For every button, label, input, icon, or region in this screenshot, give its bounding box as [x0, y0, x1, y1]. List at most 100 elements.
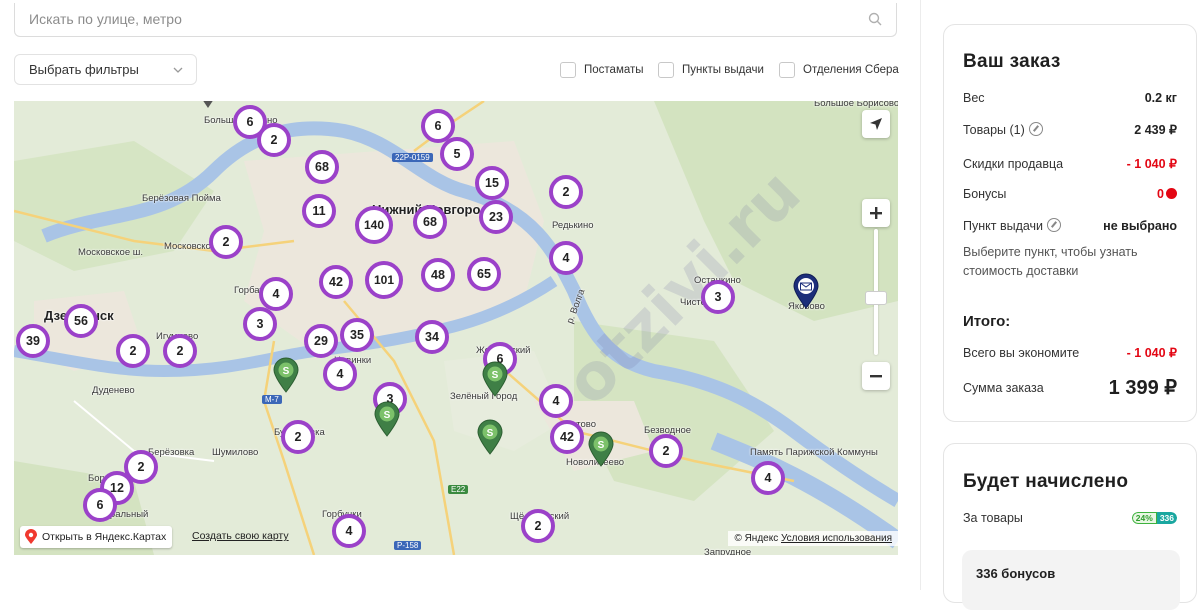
zoom-in-button[interactable]: [862, 199, 890, 227]
map-cluster[interactable]: 2: [549, 175, 583, 209]
map-cluster[interactable]: 2: [521, 509, 555, 543]
map-cluster[interactable]: 42: [550, 420, 584, 454]
checkbox-sber-offices[interactable]: Отделения Сбера: [779, 61, 899, 79]
svg-text:S: S: [384, 410, 391, 421]
weight-value: 0.2 кг: [1144, 91, 1177, 105]
checkbox-box[interactable]: [779, 62, 795, 78]
map-label: Редькино: [552, 220, 594, 231]
map-cluster[interactable]: 29: [304, 324, 338, 358]
map-label: Дуденево: [92, 385, 135, 396]
map-cluster[interactable]: 68: [413, 205, 447, 239]
map-cluster[interactable]: 2: [209, 225, 243, 259]
sum-label: Сумма заказа: [963, 380, 1044, 395]
seller-discount-row: Скидки продавца - 1 040 ₽: [963, 156, 1177, 172]
bonuses-row: Бонусы 0: [963, 187, 1177, 201]
map-cluster[interactable]: 4: [323, 357, 357, 391]
svg-text:S: S: [492, 370, 499, 381]
sber-pin-icon[interactable]: S: [374, 401, 400, 437]
chevron-down-icon: [173, 67, 183, 73]
bonus-pill: 24% 336: [1131, 512, 1177, 524]
bonuses-label: Бонусы: [963, 187, 1007, 201]
sber-pin-icon[interactable]: S: [477, 419, 503, 455]
map-cluster[interactable]: 56: [64, 304, 98, 338]
open-yandex-maps-button[interactable]: Открыть в Яндекс.Картах: [20, 526, 173, 548]
map-cluster[interactable]: 3: [243, 307, 277, 341]
map-cluster[interactable]: 2: [649, 434, 683, 468]
map-cluster[interactable]: 4: [259, 277, 293, 311]
attribution-text: © Яндекс: [734, 533, 779, 544]
bonus-total-box: 336 бонусов: [962, 550, 1180, 610]
map-cluster[interactable]: 34: [415, 320, 449, 354]
map-cluster[interactable]: 15: [475, 166, 509, 200]
goods-label: Товары (1): [963, 123, 1025, 137]
road-shield: E22: [448, 485, 469, 494]
map-cluster[interactable]: 6: [83, 488, 117, 522]
filter-select[interactable]: Выбрать фильтры: [14, 54, 197, 85]
map-marker-icon[interactable]: [202, 101, 214, 109]
create-map-link[interactable]: Создать свою карту: [192, 530, 289, 542]
sber-pin-icon[interactable]: S: [482, 361, 508, 397]
search-input[interactable]: [15, 3, 855, 35]
sum-row: Сумма заказа 1 399 ₽: [963, 375, 1177, 400]
map-cluster[interactable]: 5: [440, 137, 474, 171]
pickup-value: не выбрано: [1103, 218, 1177, 233]
svg-text:S: S: [598, 440, 605, 451]
info-icon[interactable]: [1047, 218, 1062, 232]
map-cluster[interactable]: 42: [319, 265, 353, 299]
map[interactable]: otzivi.ru Большое Козино Берёзовая Пойма…: [14, 101, 898, 555]
bonus-card: Будет начислено За товары 24% 336 336 бо…: [943, 443, 1197, 610]
goods-value: 2 439 ₽: [1134, 123, 1177, 137]
road-shield: P-158: [394, 541, 422, 550]
search-bar: [14, 3, 897, 37]
map-label: Память Парижской Коммуны: [750, 447, 878, 458]
terms-link[interactable]: Условия использования: [781, 533, 892, 544]
map-cluster[interactable]: 23: [479, 200, 513, 234]
map-cluster[interactable]: 3: [701, 280, 735, 314]
checkbox-box[interactable]: [658, 62, 674, 78]
bonus-for-goods-label: За товары: [963, 511, 1023, 525]
map-cluster[interactable]: 48: [421, 258, 455, 292]
saved-value: - 1 040 ₽: [1126, 346, 1177, 360]
sber-pin-icon[interactable]: S: [588, 431, 614, 467]
geolocation-button[interactable]: [862, 110, 890, 138]
bonus-percent: 24%: [1131, 512, 1157, 524]
map-cluster[interactable]: 39: [16, 324, 50, 358]
zoom-slider-handle[interactable]: [865, 291, 887, 305]
map-cluster[interactable]: 4: [332, 514, 366, 548]
map-cluster[interactable]: 68: [305, 150, 339, 184]
map-cluster[interactable]: 11: [302, 194, 336, 228]
checkbox-label: Постаматы: [584, 64, 644, 76]
map-cluster[interactable]: 4: [751, 461, 785, 495]
map-cluster[interactable]: 2: [281, 420, 315, 454]
seller-discount-label: Скидки продавца: [963, 156, 1064, 171]
bonuses-value: 0: [1157, 187, 1164, 201]
checkbox-box[interactable]: [560, 62, 576, 78]
map-label: Запрудное: [704, 547, 752, 555]
map-cluster[interactable]: 2: [163, 334, 197, 368]
checkbox-label: Пункты выдачи: [682, 64, 764, 76]
order-title: Ваш заказ: [963, 51, 1061, 72]
search-icon[interactable]: [868, 12, 882, 26]
map-cluster[interactable]: 4: [539, 384, 573, 418]
map-cluster[interactable]: 140: [355, 206, 393, 244]
info-icon[interactable]: [1028, 122, 1043, 136]
checkbox-postamats[interactable]: Постаматы: [560, 61, 644, 79]
goods-row: Товары (1) 2 439 ₽: [963, 122, 1177, 137]
map-pin-red-icon: [25, 529, 37, 544]
filter-select-label: Выбрать фильтры: [29, 62, 139, 77]
location-arrow-icon: [870, 118, 882, 130]
map-cluster[interactable]: 2: [257, 123, 291, 157]
post-office-pin-icon[interactable]: [793, 273, 819, 309]
map-label: Большое Борисово: [814, 101, 898, 109]
map-cluster[interactable]: 2: [116, 334, 150, 368]
sber-pin-icon[interactable]: S: [273, 357, 299, 393]
map-cluster[interactable]: 65: [467, 257, 501, 291]
bonus-coin-icon: [1166, 188, 1177, 199]
map-cluster[interactable]: 35: [340, 318, 374, 352]
map-cluster[interactable]: 101: [365, 261, 403, 299]
road-shield: 22Р-0159: [392, 153, 433, 162]
checkbox-pickup-points[interactable]: Пункты выдачи: [658, 61, 764, 79]
svg-text:S: S: [283, 366, 290, 377]
map-cluster[interactable]: 4: [549, 241, 583, 275]
zoom-out-button[interactable]: [862, 362, 890, 390]
